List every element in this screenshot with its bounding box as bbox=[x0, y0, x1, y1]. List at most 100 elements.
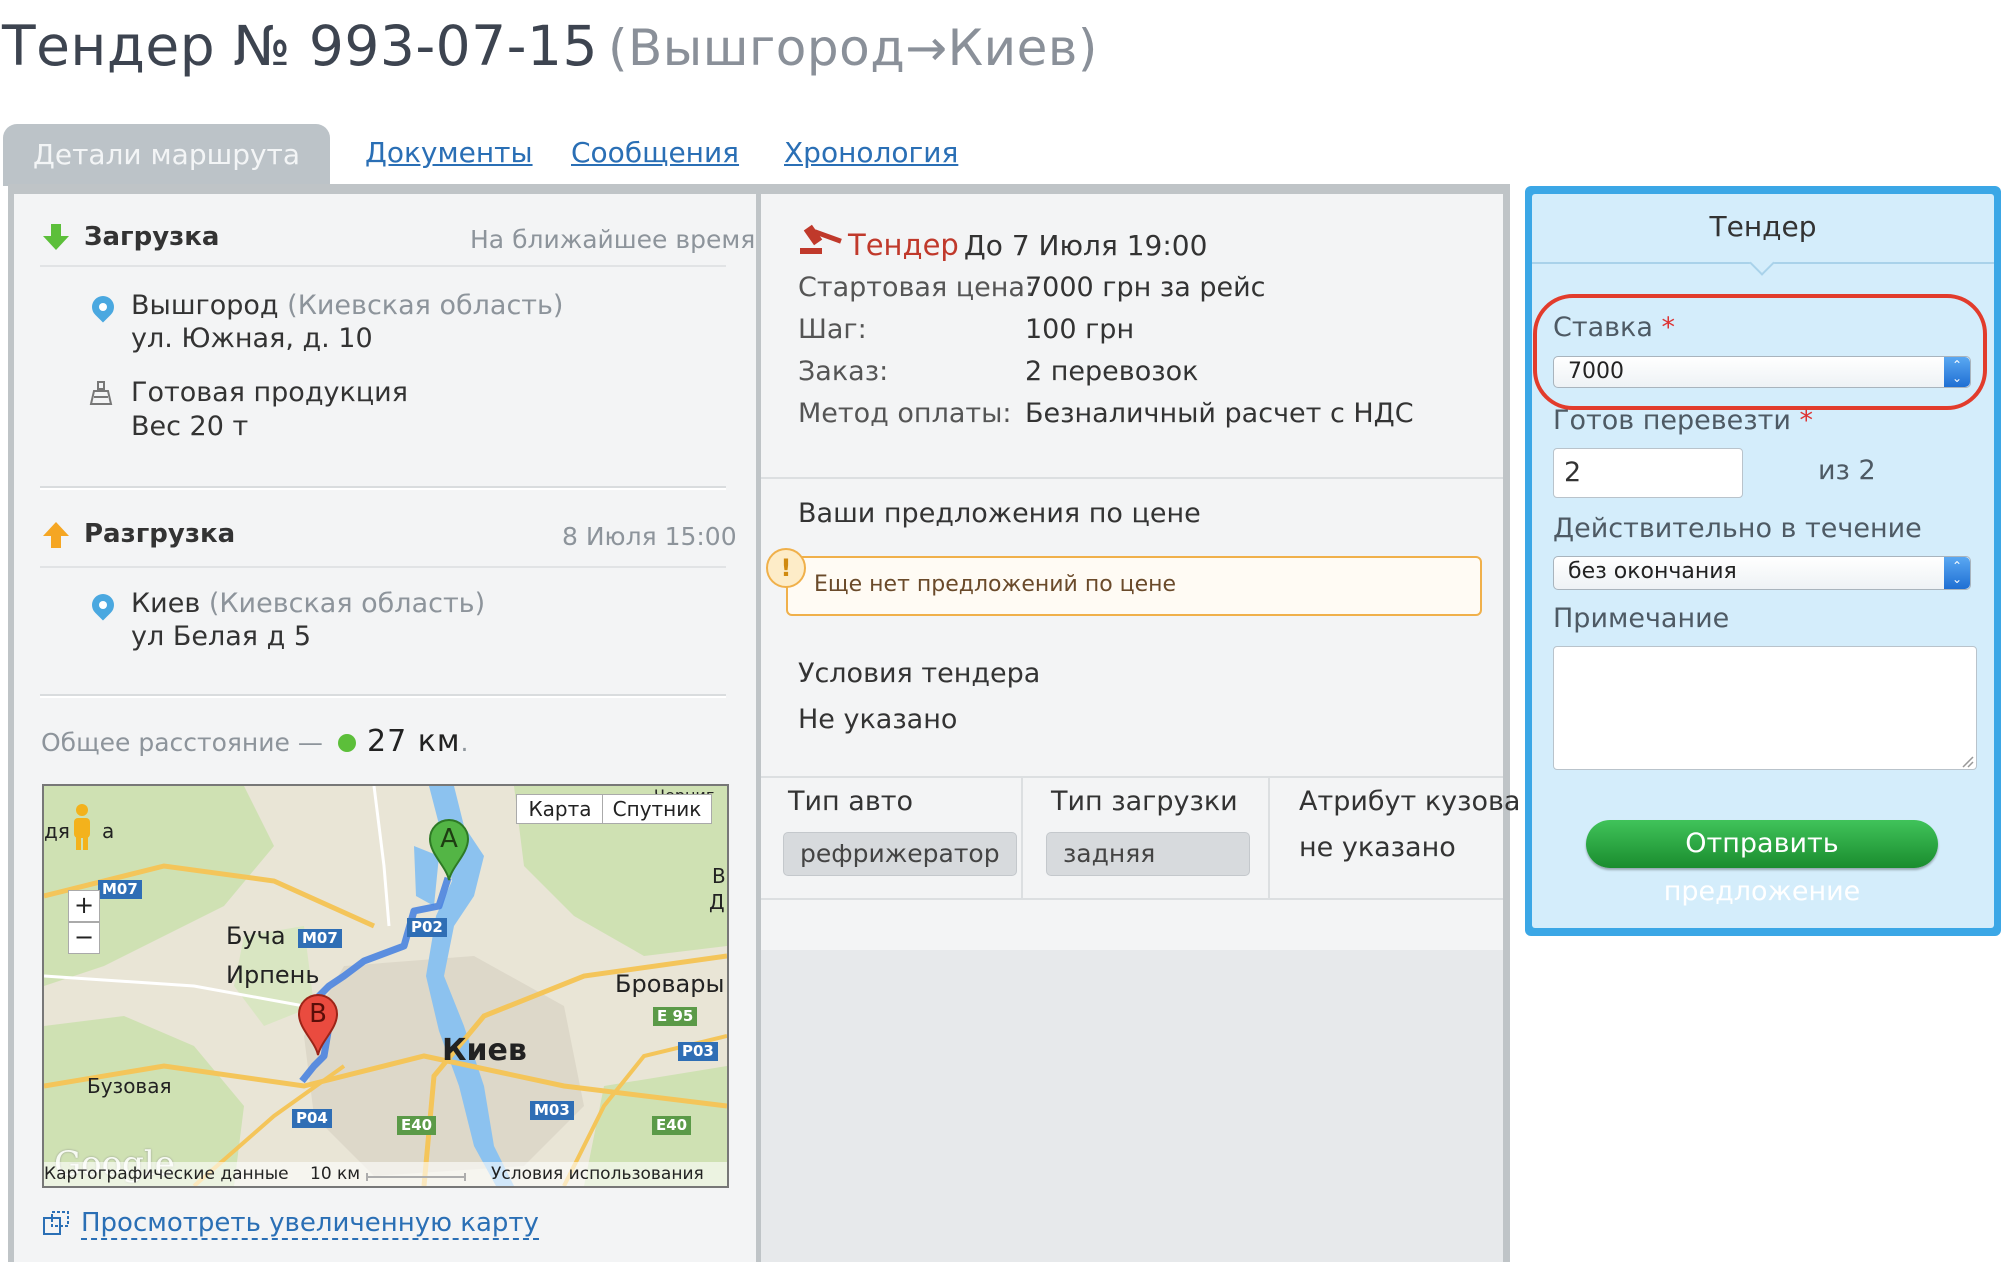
map-type-map-button[interactable]: Карта bbox=[516, 794, 604, 824]
loading-address: ул. Южная, д. 10 bbox=[131, 323, 373, 354]
zoom-out-button[interactable]: − bbox=[68, 922, 100, 954]
loading-type-label: Тип загрузки bbox=[1051, 786, 1238, 817]
resize-handle-icon[interactable] bbox=[1960, 754, 1974, 768]
offers-title: Ваши предложения по цене bbox=[798, 498, 1201, 529]
road-badge: P02 bbox=[407, 918, 447, 937]
ready-label: Готов перевезти * bbox=[1553, 405, 1813, 436]
road-badge: E 95 bbox=[653, 1007, 698, 1026]
marker-b-label: B bbox=[309, 999, 327, 1029]
unloading-label: Разгрузка bbox=[84, 519, 236, 549]
loading-region: (Киевская область) bbox=[287, 290, 564, 321]
map-city-label: Киев bbox=[442, 1033, 527, 1068]
road-badge: E40 bbox=[652, 1116, 692, 1135]
road-badge: E40 bbox=[397, 1116, 437, 1135]
cargo-weight: Вес 20 т bbox=[131, 411, 249, 442]
road-badge: M07 bbox=[98, 880, 142, 899]
vehicle-type-tag: рефрижератор bbox=[783, 832, 1017, 876]
start-price-value: 7000 грн за рейс bbox=[1025, 272, 1266, 303]
road-badge: M07 bbox=[298, 929, 342, 948]
map-city-label: Бровары bbox=[615, 970, 725, 998]
unloading-time: 8 Июля 15:00 bbox=[562, 522, 737, 551]
bid-panel-title: Тендер bbox=[1709, 210, 1817, 243]
distance-value: 27 км bbox=[367, 724, 461, 759]
highlight-annotation bbox=[1533, 294, 1987, 410]
route-map[interactable]: A B Буча Ирпень Бровары Киев Бузовая дя … bbox=[42, 784, 729, 1188]
loading-city: Вышгород bbox=[131, 290, 279, 321]
road-badge: M03 bbox=[530, 1101, 574, 1120]
tender-deadline-line: Тендер До 7 Июля 19:00 bbox=[848, 228, 1207, 262]
divider bbox=[40, 566, 726, 568]
step-value: 100 грн bbox=[1025, 314, 1135, 345]
validity-value: без окончания bbox=[1568, 559, 1737, 584]
route-subtitle: (Вышгород→Киев) bbox=[607, 19, 1098, 77]
payment-method-label: Метод оплаты: bbox=[798, 398, 1012, 429]
validity-select[interactable]: без окончания ⌃ ⌄ bbox=[1553, 556, 1971, 590]
divider bbox=[761, 898, 1503, 900]
street-view-pegman-icon[interactable] bbox=[68, 802, 96, 852]
section-divider bbox=[40, 486, 726, 490]
tender-number: Тендер № 993-07-15 bbox=[2, 14, 598, 78]
map-scale-label: 10 км bbox=[310, 1164, 361, 1184]
no-offers-text: Еще нет предложений по цене bbox=[814, 572, 1177, 597]
tab-route-details[interactable]: Детали маршрута bbox=[3, 124, 330, 186]
unloading-city-line: Киев (Киевская область) bbox=[131, 588, 485, 619]
body-attribute-label: Атрибут кузова bbox=[1299, 786, 1521, 817]
start-price-label: Стартовая цена: bbox=[798, 272, 1035, 303]
loading-label: Загрузка bbox=[84, 222, 220, 252]
cargo-icon bbox=[89, 381, 113, 405]
tab-documents[interactable]: Документы bbox=[365, 136, 533, 169]
ready-of-label: из 2 bbox=[1818, 455, 1876, 486]
divider bbox=[761, 477, 1503, 479]
select-arrows-icon: ⌃ ⌄ bbox=[1944, 557, 1970, 589]
map-city-label: Буча bbox=[226, 922, 286, 950]
tender-label: Тендер bbox=[848, 228, 959, 262]
body-attribute-value: не указано bbox=[1299, 832, 1456, 863]
order-label: Заказ: bbox=[798, 356, 889, 387]
road-badge: P04 bbox=[292, 1109, 332, 1128]
enlarge-map-icon bbox=[43, 1211, 69, 1235]
payment-method-value: Безналичный расчет с НДС bbox=[1025, 398, 1414, 429]
loading-type-tag: задняя bbox=[1046, 832, 1250, 876]
upload-arrow-icon bbox=[43, 522, 69, 548]
map-city-label: Ирпень bbox=[226, 961, 320, 989]
divider bbox=[40, 265, 726, 267]
tender-info-empty-area bbox=[761, 950, 1503, 1262]
map-partial-label: Д bbox=[709, 890, 725, 914]
divider bbox=[761, 776, 1503, 778]
step-label: Шаг: bbox=[798, 314, 867, 345]
order-value: 2 перевозок bbox=[1025, 356, 1199, 387]
note-textarea[interactable] bbox=[1553, 646, 1977, 770]
vehicle-type-label: Тип авто bbox=[788, 786, 913, 817]
tab-messages[interactable]: Сообщения bbox=[571, 136, 739, 169]
distance-label: Общее расстояние — bbox=[41, 728, 323, 757]
tender-deadline: До 7 Июля 19:00 bbox=[963, 229, 1208, 262]
cargo-name: Готовая продукция bbox=[131, 377, 408, 408]
enlarge-map-link[interactable]: Просмотреть увеличенную карту bbox=[81, 1208, 539, 1240]
unloading-address: ул Белая д 5 bbox=[131, 621, 312, 652]
map-type-satellite-button[interactable]: Спутник bbox=[602, 794, 712, 824]
unloading-region: (Киевская область) bbox=[208, 588, 486, 619]
submit-offer-button[interactable]: Отправить предложение bbox=[1586, 820, 1938, 907]
page-title: Тендер № 993-07-15 (Вышгород→Киев) bbox=[2, 14, 1098, 78]
map-data-credit: Картографические данные bbox=[44, 1164, 289, 1184]
section-divider bbox=[40, 694, 726, 698]
unloading-city: Киев bbox=[131, 588, 201, 619]
distance-dot: . bbox=[460, 728, 469, 757]
loading-city-line: Вышгород (Киевская область) bbox=[131, 290, 563, 321]
divider bbox=[1268, 778, 1270, 898]
divider bbox=[1021, 778, 1023, 898]
map-partial-label: дя bbox=[44, 819, 70, 843]
zoom-in-button[interactable]: + bbox=[68, 890, 100, 922]
map-city-label: Бузовая bbox=[87, 1074, 172, 1098]
note-label: Примечание bbox=[1553, 603, 1730, 634]
map-terms-link[interactable]: Условия использования bbox=[491, 1164, 704, 1184]
tab-history[interactable]: Хронология bbox=[784, 136, 958, 169]
green-dot-icon bbox=[337, 734, 356, 752]
total-distance: Общее расстояние — 27 км. bbox=[41, 724, 468, 759]
ready-quantity-input[interactable]: 2 bbox=[1553, 448, 1743, 498]
road-badge: P03 bbox=[678, 1042, 718, 1061]
map-partial-label: а bbox=[102, 819, 115, 843]
warning-icon: ! bbox=[766, 548, 806, 588]
conditions-value: Не указано bbox=[798, 704, 958, 735]
download-arrow-icon bbox=[43, 224, 69, 250]
